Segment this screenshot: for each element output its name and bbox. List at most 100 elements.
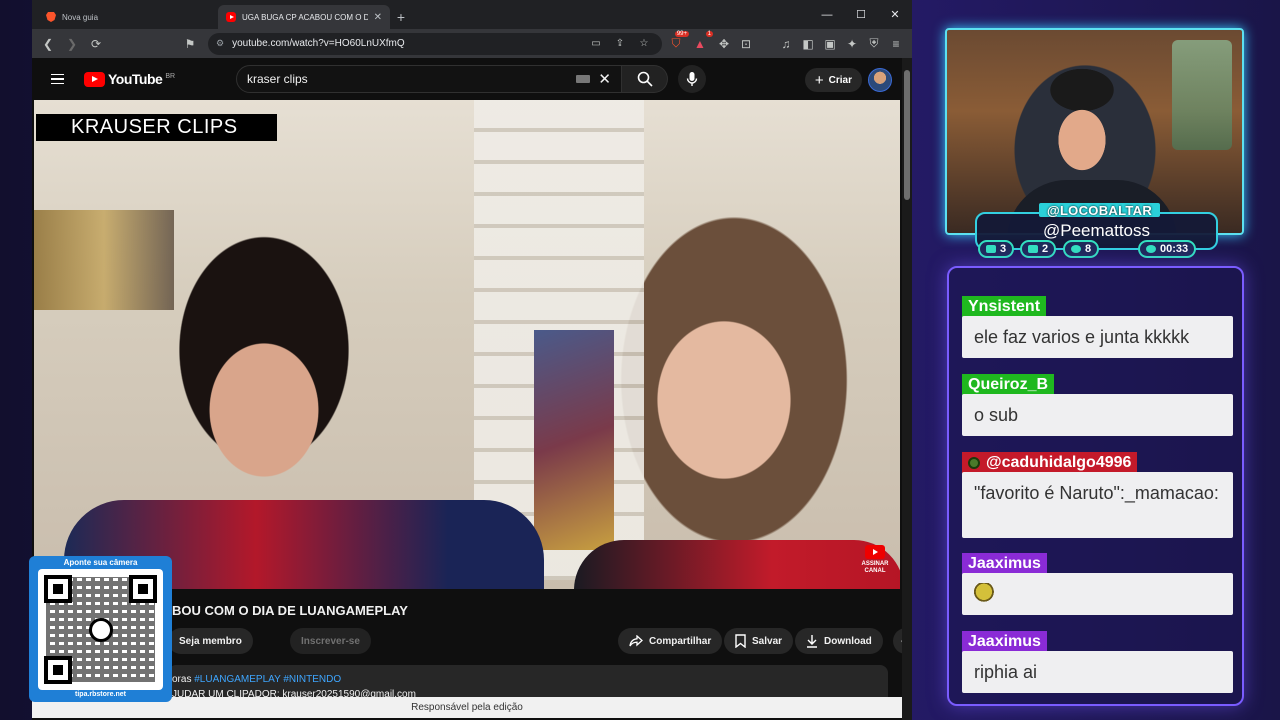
stat-value: 00:33 (1160, 243, 1189, 255)
qr-bottom-text: tipa.rbstore.net (75, 691, 126, 698)
menu-icon[interactable]: ≡ (886, 34, 906, 54)
video-title: BOU COM O DIA DE LUANGAMEPLAY (172, 603, 408, 618)
chat-message: "favorito é Naruto":_mamacao: (962, 472, 1233, 538)
save-button[interactable]: Salvar (724, 628, 794, 654)
search-button[interactable] (622, 65, 668, 93)
tab-title: UGA BUGA CP ACABOU COM O DIA (242, 12, 368, 22)
back-icon[interactable]: ❮ (38, 34, 58, 54)
stat-value: 3 (1000, 243, 1007, 255)
tab-video[interactable]: UGA BUGA CP ACABOU COM O DIA ✕ (218, 5, 390, 29)
description-tags[interactable]: #LUANGAMEPLAY #NINTENDO (194, 674, 341, 685)
youtube-favicon (226, 12, 236, 22)
clock-icon (1146, 245, 1156, 253)
youtube-icon (1028, 245, 1038, 253)
wallet-icon[interactable]: ▣ (820, 34, 840, 54)
close-window-icon[interactable]: ✕ (878, 0, 912, 29)
reload-icon[interactable]: ⟳ (86, 34, 106, 54)
keyboard-icon[interactable] (576, 75, 591, 83)
video-person-right (574, 540, 900, 589)
avatar[interactable] (868, 68, 892, 92)
brave-rewards-icon[interactable]: ▲ 1 (690, 30, 713, 54)
join-member-button[interactable]: Seja membro (168, 628, 253, 654)
qr-finder (44, 575, 72, 603)
description-prefix: oras (172, 674, 192, 685)
video-player[interactable]: KRAUSER CLIPS ASSINAR CANAL (34, 100, 900, 589)
chat-username: Jaaximus (962, 553, 1047, 575)
tab-title: Nova guia (62, 12, 99, 22)
search-input[interactable]: kraser clips ✕ (236, 65, 622, 93)
shields-badge: 99+ (674, 30, 689, 37)
sidebar-icon[interactable]: ◧ (798, 34, 818, 54)
channel-tag: @LOCOBALTAR (1039, 203, 1160, 218)
username-text: Ynsistent (968, 298, 1041, 315)
extensions-area: ✥ ⊡ ♫ ◧ ▣ ✦ ⛨ ≡ (714, 34, 906, 54)
site-info-icon[interactable]: ⚙ (216, 38, 224, 49)
chat-message (962, 573, 1233, 615)
download-icon (807, 635, 817, 648)
tab-nova-guia[interactable]: Nova guia (38, 5, 214, 29)
close-tab-icon[interactable]: ✕ (374, 12, 382, 23)
username-text: Jaaximus (968, 555, 1041, 572)
search-icon (637, 71, 653, 87)
search-bar: kraser clips ✕ (236, 65, 706, 93)
share-icon (629, 635, 643, 647)
youtube-user-icon (968, 457, 980, 469)
scrollbar-thumb[interactable] (904, 70, 910, 200)
voice-search-button[interactable] (678, 65, 706, 93)
menu-hamburger-icon[interactable] (42, 73, 72, 85)
cast-icon[interactable]: ▭ (586, 34, 606, 54)
microphone-icon (686, 72, 698, 86)
plus-icon: + (814, 71, 824, 89)
chat-icon (986, 245, 996, 253)
page-scrollbar[interactable] (902, 58, 912, 720)
qr-donation-card: Aponte sua câmera tipa.rbstore.net (29, 556, 172, 702)
download-button[interactable]: Download (795, 628, 883, 654)
webcam-background-light (1172, 40, 1232, 150)
music-icon[interactable]: ♫ (776, 34, 796, 54)
url-text: youtube.com/watch?v=HO60LnUXfmQ (232, 38, 405, 49)
stat-timer: 00:33 (1138, 240, 1197, 258)
vpn-icon[interactable]: ⛨ (864, 34, 884, 54)
youtube-header: YouTube BR kraser clips ✕ + Criar (32, 58, 912, 100)
username-text: @caduhidalgo4996 (986, 454, 1132, 471)
youtube-logo[interactable]: YouTube BR (84, 71, 175, 87)
maximize-icon[interactable]: ☐ (844, 0, 878, 29)
forward-icon[interactable]: ❯ (62, 34, 82, 54)
share-icon[interactable]: ⇪ (610, 34, 630, 54)
subscribe-button[interactable]: Inscrever-se (290, 628, 371, 654)
subscribe-watermark[interactable]: ASSINAR CANAL (860, 545, 890, 575)
qr-top-text: Aponte sua câmera (63, 558, 138, 567)
window-controls: — ☐ ✕ (810, 0, 912, 29)
username-text: Jaaximus (968, 633, 1041, 650)
follow-icon (1071, 245, 1081, 253)
video-background-toys (34, 210, 174, 310)
create-button[interactable]: + Criar (804, 68, 862, 92)
save-label: Salvar (752, 635, 783, 647)
share-button[interactable]: Compartilhar (618, 628, 723, 654)
rewards-badge: 1 (705, 30, 713, 37)
leo-ai-icon[interactable]: ✦ (842, 34, 862, 54)
download-label: Download (824, 635, 872, 647)
stat-youtube: 2 (1020, 240, 1057, 258)
search-query: kraser clips (247, 72, 308, 86)
extension-puzzle-icon[interactable]: ✥ (714, 34, 734, 54)
qr-logo-icon (88, 617, 113, 642)
chat-message: o sub (962, 394, 1233, 436)
bookmark-icon[interactable]: ⚑ (180, 34, 200, 54)
chat-message: ele faz varios e junta kkkkk (962, 316, 1233, 358)
address-bar[interactable]: ⚙ youtube.com/watch?v=HO60LnUXfmQ ▭ ⇪ ☆ (208, 32, 662, 55)
pepe-emote-icon (974, 583, 996, 605)
tab-bar: Nova guia UGA BUGA CP ACABOU COM O DIA ✕… (32, 0, 912, 29)
stat-follow: 8 (1063, 240, 1100, 258)
stat-chat: 3 (978, 240, 1015, 258)
clear-search-icon[interactable]: ✕ (598, 70, 611, 88)
brave-shields-icon[interactable]: ⛉ 99+ (666, 30, 689, 54)
subscribe-watermark-text: ASSINAR CANAL (861, 561, 889, 574)
join-label: Seja membro (179, 635, 242, 647)
browser-toolbar: ❮ ❯ ⟳ ⚑ ⚙ youtube.com/watch?v=HO60LnUXfm… (32, 29, 912, 58)
new-tab-button[interactable]: + (390, 9, 412, 25)
share-label: Compartilhar (649, 635, 712, 647)
extension-icon[interactable]: ⊡ (736, 34, 756, 54)
minimize-icon[interactable]: — (810, 0, 844, 29)
translate-icon[interactable]: ☆ (634, 34, 654, 54)
